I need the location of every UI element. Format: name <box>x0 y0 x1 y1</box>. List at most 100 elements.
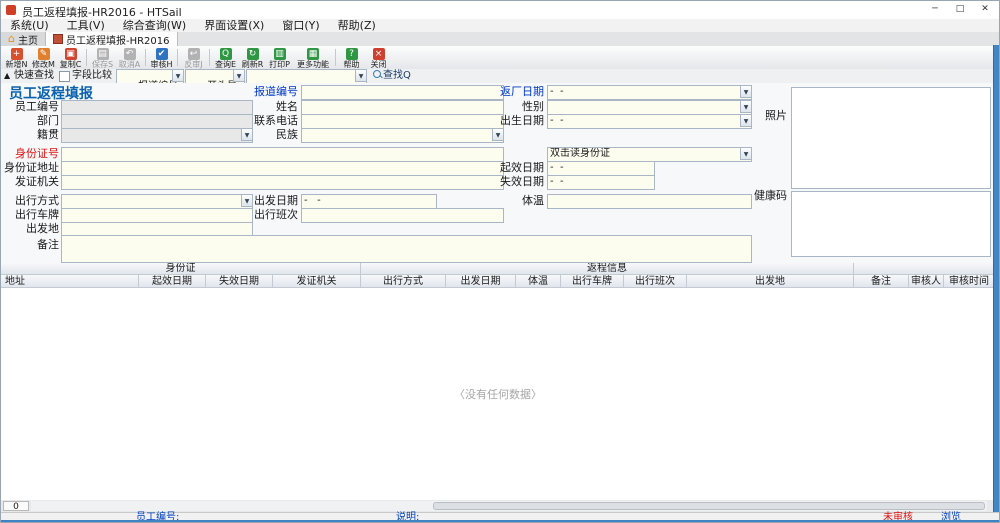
column-header-trip-number[interactable]: 出行班次 <box>624 275 687 288</box>
tab-employee-return[interactable]: 员工返程填报-HR2016 <box>46 32 178 46</box>
tabbar: ⌂ 主页 员工返程填报-HR2016 <box>1 32 999 47</box>
trip-number-input[interactable] <box>301 208 504 223</box>
column-header-departure-place[interactable]: 出发地 <box>687 275 854 288</box>
query-button[interactable]: Q 查询E <box>212 47 239 68</box>
menu-ui-settings[interactable]: 界面设置(X) <box>195 19 273 32</box>
titlebar: 员工返程填报-HR2016 - HTSail ─ □ ✕ <box>1 1 999 20</box>
name-label: 姓名 <box>231 100 298 113</box>
tab-home[interactable]: ⌂ 主页 <box>1 32 46 46</box>
employee-return-form: 员工返程填报 报道编号 返厂日期 - -▼ 员工编号 姓名 性别 ▼ 部门 联系… <box>1 83 995 263</box>
search-value-combo[interactable]: ▼ <box>246 69 367 84</box>
ethnicity-select[interactable]: ▼ <box>301 128 504 143</box>
refresh-button[interactable]: ↻ 刷新R <box>239 47 266 68</box>
valid-from-date[interactable]: - - <box>547 161 655 176</box>
id-reader-select[interactable]: 双击读身份证▼ <box>547 147 752 162</box>
help-button[interactable]: ? 帮助 <box>338 47 365 68</box>
home-icon: ⌂ <box>8 34 15 44</box>
search-operator-combo[interactable]: 开头是 ▼ <box>185 69 245 84</box>
find-button[interactable]: 查找Q <box>373 70 411 82</box>
id-number-input[interactable] <box>61 147 504 162</box>
more-functions-button-label: 更多功能 <box>293 60 333 69</box>
menu-tools[interactable]: 工具(V) <box>58 19 114 32</box>
save-button[interactable]: ▤ 保存S <box>89 47 116 68</box>
collapse-icon[interactable]: ▲ <box>4 70 10 82</box>
column-header-valid-from[interactable]: 起效日期 <box>139 275 206 288</box>
menu-system[interactable]: 系统(U) <box>1 19 58 32</box>
horizontal-scrollbar[interactable] <box>31 501 987 511</box>
close-form-button[interactable]: × 关闭 <box>365 47 392 68</box>
column-header-remarks[interactable]: 备注 <box>854 275 909 288</box>
more-functions-button[interactable]: ▦ 更多功能 <box>293 47 333 68</box>
grid-body[interactable]: 〈没有任何数据〉 <box>1 288 995 501</box>
copy-button[interactable]: ▣ 复制C <box>57 47 84 68</box>
print-button[interactable]: ▥ 打印P <box>266 47 293 68</box>
maximize-button[interactable]: □ <box>948 2 972 17</box>
menu-window[interactable]: 窗口(Y) <box>273 19 328 32</box>
quick-search-bar: ▲ 快速查找 字段比较 报道编号 ▼ 开头是 ▼ ▼ 查找Q <box>1 69 999 84</box>
travel-mode-select[interactable]: ▼ <box>61 194 253 209</box>
minimize-button[interactable]: ─ <box>923 2 947 17</box>
remarks-label: 备注 <box>1 238 59 251</box>
unaudit-button[interactable]: ↩ 反审J <box>180 47 207 68</box>
chevron-down-icon[interactable]: ▼ <box>233 69 245 82</box>
column-header-audit-time[interactable]: 审核时间 <box>944 275 995 288</box>
search-field-combo[interactable]: 报道编号 ▼ <box>116 69 184 84</box>
id-address-input[interactable] <box>61 161 504 176</box>
edit-button[interactable]: ✎ 修改M <box>30 47 57 68</box>
close-form-icon: × <box>373 48 385 60</box>
remarks-textarea[interactable] <box>61 235 752 263</box>
health-code-box[interactable] <box>791 191 991 257</box>
chevron-down-icon[interactable]: ▼ <box>740 85 752 98</box>
toolbar-separator <box>209 49 210 66</box>
cancel-button[interactable]: ↶ 取消A <box>116 47 143 68</box>
edit-icon: ✎ <box>38 48 50 60</box>
menu-comprehensive-query[interactable]: 综合查询(W) <box>114 19 195 32</box>
copy-button-label: 复制C <box>57 60 84 69</box>
column-header-vehicle-plate[interactable]: 出行车牌 <box>561 275 624 288</box>
birth-date-picker[interactable]: - -▼ <box>547 114 752 129</box>
horizontal-scrollbar-thumb[interactable] <box>433 502 985 510</box>
chevron-down-icon[interactable]: ▼ <box>492 128 504 141</box>
valid-from-value: - - <box>550 162 564 173</box>
compare-checkbox[interactable] <box>59 71 70 82</box>
vertical-scrollbar[interactable] <box>993 45 999 512</box>
temperature-input[interactable] <box>547 194 752 209</box>
vehicle-plate-input[interactable] <box>61 208 253 223</box>
employee-no-label: 员工编号 <box>1 100 59 113</box>
column-header-auditor[interactable]: 审核人 <box>909 275 944 288</box>
column-header-travel-mode[interactable]: 出行方式 <box>361 275 446 288</box>
native-place-label: 籍贯 <box>1 128 59 141</box>
gender-select[interactable]: ▼ <box>547 100 752 115</box>
column-header-departure-date[interactable]: 出发日期 <box>446 275 516 288</box>
photo-box[interactable] <box>791 87 991 189</box>
group-header-return-info[interactable]: 返程信息 <box>361 263 854 275</box>
return-date-label: 返厂日期 <box>477 85 544 98</box>
column-header-issuing-authority[interactable]: 发证机关 <box>273 275 361 288</box>
report-no-input[interactable] <box>301 85 504 100</box>
menu-help[interactable]: 帮助(Z) <box>329 19 385 32</box>
audit-button[interactable]: ✔ 审核H <box>148 47 175 68</box>
return-date-picker[interactable]: - -▼ <box>547 85 752 100</box>
search-icon <box>373 70 381 78</box>
chevron-down-icon[interactable]: ▼ <box>740 147 752 160</box>
column-header-address[interactable]: 地址 <box>1 275 139 288</box>
column-header-valid-to[interactable]: 失效日期 <box>206 275 273 288</box>
find-button-label: 查找Q <box>383 70 411 81</box>
phone-input[interactable] <box>301 114 504 129</box>
name-input[interactable] <box>301 100 504 115</box>
issuing-authority-input[interactable] <box>61 175 504 190</box>
group-header-idcard[interactable]: 身份证 <box>1 263 361 275</box>
close-button[interactable]: ✕ <box>973 2 997 17</box>
phone-label: 联系电话 <box>231 114 298 127</box>
department-input <box>61 114 253 129</box>
valid-to-date[interactable]: - - <box>547 175 655 190</box>
unaudit-button-label: 反审J <box>180 60 207 69</box>
chevron-down-icon[interactable]: ▼ <box>172 69 184 82</box>
column-header-temperature[interactable]: 体温 <box>516 275 561 288</box>
departure-date-input[interactable]: - - <box>301 194 437 209</box>
chevron-down-icon[interactable]: ▼ <box>355 69 367 82</box>
row-count: 0 <box>3 501 29 511</box>
vehicle-plate-label: 出行车牌 <box>1 208 59 221</box>
new-button[interactable]: + 新增N <box>3 47 30 68</box>
new-icon: + <box>11 48 23 60</box>
